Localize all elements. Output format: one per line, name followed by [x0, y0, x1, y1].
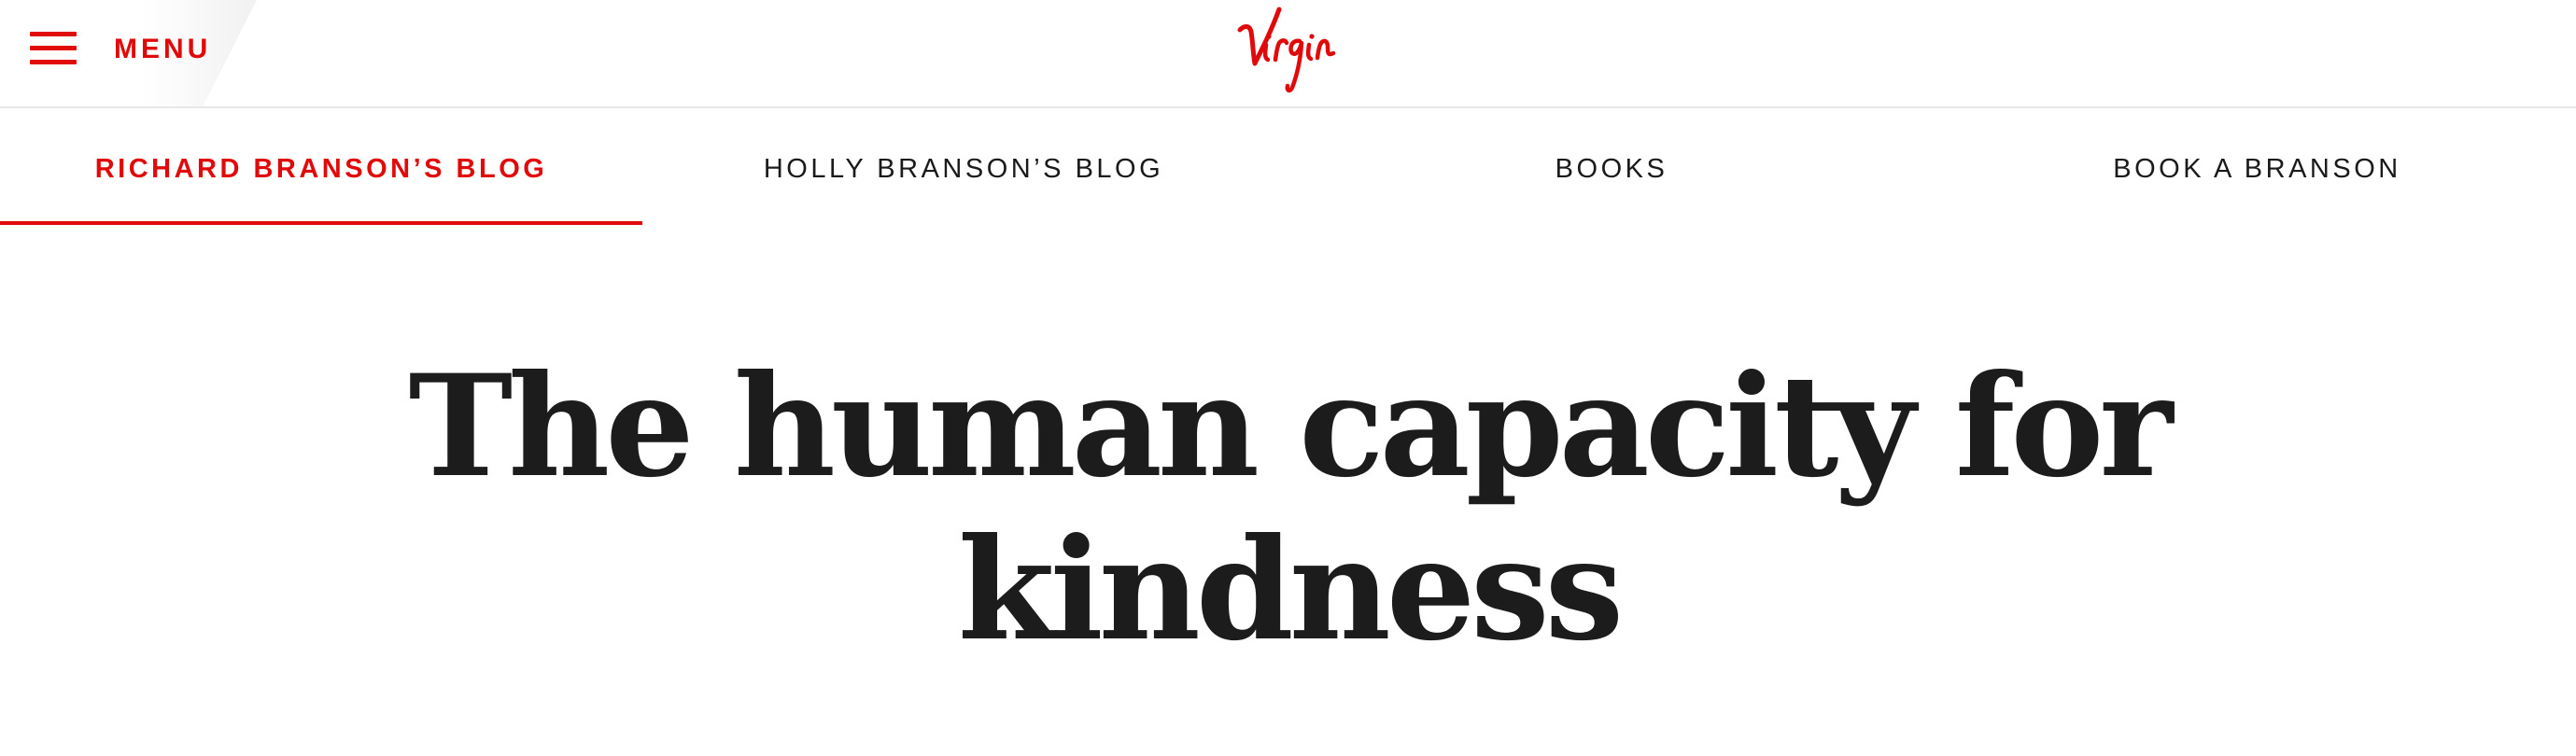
tab-holly-bransons-blog[interactable]: HOLLY BRANSON’S BLOG: [642, 108, 1285, 230]
tab-books[interactable]: BOOKS: [1285, 108, 1938, 230]
menu-button[interactable]: MENU: [0, 0, 257, 106]
blog-nav-tabs: RICHARD BRANSON’S BLOG HOLLY BRANSON’S B…: [0, 108, 2576, 230]
article-title-line-2: kindness: [957, 508, 1624, 672]
hamburger-icon[interactable]: [30, 32, 77, 65]
active-tab-underline: [0, 221, 642, 225]
site-header: MENU: [0, 0, 2576, 108]
article-title: The human capacity for kindness: [355, 345, 2222, 672]
tab-book-a-branson[interactable]: BOOK A BRANSON: [1938, 108, 2576, 230]
article-title-line-1: The human capacity for: [408, 344, 2174, 509]
tab-richard-bransons-blog[interactable]: RICHARD BRANSON’S BLOG: [0, 108, 642, 230]
menu-label[interactable]: MENU: [114, 33, 211, 66]
virgin-logo[interactable]: [1231, 2, 1341, 95]
